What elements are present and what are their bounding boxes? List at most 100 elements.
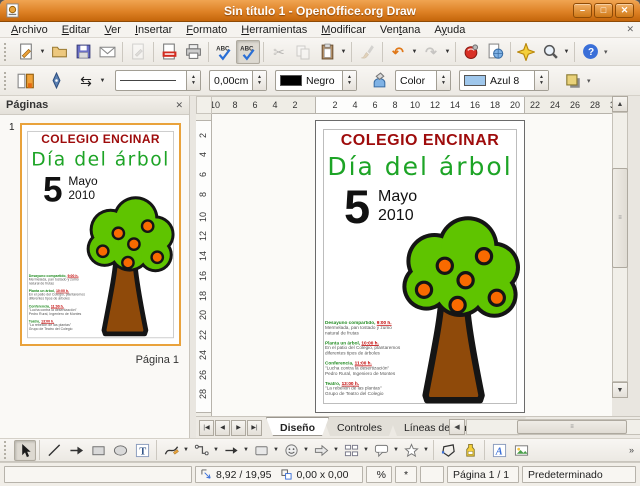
area-style-label[interactable]: Color xyxy=(396,75,436,87)
document-page[interactable]: COLEGIO ENCINAR Día del árbol 5 Mayo 201… xyxy=(315,120,525,413)
tree-illustration[interactable] xyxy=(85,194,175,338)
stars-dropdown[interactable]: ▼ xyxy=(422,447,430,453)
select-tool[interactable] xyxy=(14,440,36,461)
document-close-icon[interactable]: ✕ xyxy=(626,24,634,35)
poster-agenda[interactable]: Desayuno compartido, 9:00 h.Mermelada, p… xyxy=(29,275,98,336)
insert-picture-button[interactable] xyxy=(510,440,532,461)
toolbar-overflow-button[interactable]: ▾ xyxy=(604,48,608,56)
undo-dropdown[interactable]: ▼ xyxy=(410,49,419,55)
edit-file-button[interactable] xyxy=(126,40,150,64)
spellcheck-button[interactable]: ABC xyxy=(212,40,236,64)
line-arrow-tool[interactable] xyxy=(65,440,87,461)
new-document-button[interactable] xyxy=(14,40,38,64)
callouts-dropdown[interactable]: ▼ xyxy=(392,447,400,453)
line-width-value[interactable]: 0,00cm xyxy=(210,75,252,87)
cut-button[interactable]: ✂ xyxy=(267,40,291,64)
horizontal-ruler[interactable]: 10864224681012141618202224262830 xyxy=(212,96,612,114)
tab-controles[interactable]: Controles xyxy=(323,417,396,436)
basic-shapes-dropdown[interactable]: ▼ xyxy=(272,447,280,453)
text-tool[interactable]: T xyxy=(131,440,153,461)
status-page-style[interactable]: Predeterminado xyxy=(522,466,636,483)
export-pdf-button[interactable] xyxy=(157,40,181,64)
poster-title[interactable]: Día del árbol xyxy=(316,152,524,181)
area-style-select[interactable]: Color ▲▼ xyxy=(395,70,451,91)
line-color-select[interactable]: Negro ▲▼ xyxy=(275,70,357,91)
hyperlink-button[interactable] xyxy=(483,40,507,64)
vertical-scrollbar-thumb[interactable]: ≡ xyxy=(612,168,628,268)
status-page-indicator[interactable]: Página 1 / 1 xyxy=(447,466,519,483)
area-color-select[interactable]: Azul 8 ▲▼ xyxy=(459,70,549,91)
glue-points-tool[interactable] xyxy=(459,440,481,461)
tab-nav-button[interactable]: ◀ xyxy=(215,420,230,436)
menu-insertar[interactable]: Insertar xyxy=(128,23,179,37)
vertical-ruler[interactable]: 246810121416182022242628 xyxy=(196,114,212,416)
menu-ventana[interactable]: Ventana xyxy=(373,23,427,37)
tab-nav-button[interactable]: ▶| xyxy=(247,420,262,436)
undo-button[interactable]: ↶ xyxy=(386,40,410,64)
curve-dropdown[interactable]: ▼ xyxy=(182,447,190,453)
ellipse-tool[interactable] xyxy=(109,440,131,461)
menu-archivo[interactable]: Archivo xyxy=(4,23,55,37)
toolbar-grip[interactable] xyxy=(4,72,9,90)
area-color-spinner[interactable]: ▲▼ xyxy=(534,71,548,90)
arrow-style-button[interactable]: ⇆ xyxy=(74,69,98,93)
tab-nav-button[interactable]: |◀ xyxy=(199,420,214,436)
poster-month[interactable]: Mayo xyxy=(378,188,417,206)
shadow-button[interactable] xyxy=(561,69,585,93)
callouts-tool[interactable] xyxy=(370,440,392,461)
paste-button[interactable] xyxy=(315,40,339,64)
lines-arrows-dropdown[interactable]: ▼ xyxy=(242,447,250,453)
print-button[interactable] xyxy=(181,40,205,64)
drawing-canvas[interactable]: COLEGIO ENCINAR Día del árbol 5 Mayo 201… xyxy=(212,114,612,416)
status-zoom[interactable]: % xyxy=(366,466,392,483)
poster-day[interactable]: 5 xyxy=(344,183,370,230)
line-width-spin-buttons[interactable]: ▲▼ xyxy=(252,71,266,90)
flowchart-tool[interactable] xyxy=(340,440,362,461)
page-thumbnail-poster[interactable]: COLEGIO ENCINAR Día del árbol 5 Mayo 201… xyxy=(22,125,179,344)
help-button[interactable]: ? xyxy=(578,40,602,64)
poster-title[interactable]: Día del árbol xyxy=(22,148,179,170)
close-button[interactable]: ✕ xyxy=(615,3,634,18)
lines-arrows-tool[interactable] xyxy=(220,440,242,461)
poster-school-name[interactable]: COLEGIO ENCINAR xyxy=(316,132,524,150)
pages-panel-close-icon[interactable]: ✕ xyxy=(175,100,183,111)
menu-formato[interactable]: Formato xyxy=(179,23,234,37)
menu-herramientas[interactable]: Herramientas xyxy=(234,23,314,37)
toolbar-grip[interactable] xyxy=(4,43,9,61)
block-arrows-dropdown[interactable]: ▼ xyxy=(332,447,340,453)
email-button[interactable] xyxy=(95,40,119,64)
line-dialog-button[interactable] xyxy=(44,69,68,93)
horizontal-scrollbar-thumb[interactable]: ≡ xyxy=(517,420,627,434)
auto-spellcheck-button[interactable]: ABC xyxy=(236,40,260,64)
edit-points-tool[interactable] xyxy=(437,440,459,461)
status-position-size[interactable]: 8,92 / 19,95 0,00 x 0,00 xyxy=(195,466,363,483)
fontwork-button[interactable]: A xyxy=(488,440,510,461)
rectangle-tool[interactable] xyxy=(87,440,109,461)
new-document-dropdown[interactable]: ▼ xyxy=(38,49,47,55)
tree-illustration[interactable] xyxy=(400,213,520,405)
toolbar-overflow-button[interactable]: ▾ xyxy=(587,77,591,85)
poster-month[interactable]: Mayo xyxy=(68,175,97,188)
poster-school-name[interactable]: COLEGIO ENCINAR xyxy=(22,133,179,146)
redo-dropdown[interactable]: ▼ xyxy=(443,49,452,55)
poster-agenda[interactable]: Desayuno compartido, 9:00 h.Mermelada, p… xyxy=(325,321,417,402)
menu-ayuda[interactable]: Ayuda xyxy=(427,23,472,37)
styles-formatting-button[interactable] xyxy=(14,69,38,93)
title-bar[interactable]: Sin título 1 - OpenOffice.org Draw – □ ✕ xyxy=(0,0,640,22)
gallery-button[interactable] xyxy=(459,40,483,64)
open-button[interactable] xyxy=(47,40,71,64)
line-style-spinner[interactable]: ▲▼ xyxy=(186,71,200,90)
maximize-button[interactable]: □ xyxy=(594,3,613,18)
scroll-down-button[interactable]: ▼ xyxy=(612,382,628,398)
tab-nav-button[interactable]: ▶ xyxy=(231,420,246,436)
line-width-spinner[interactable]: 0,00cm ▲▼ xyxy=(209,70,267,91)
menu-ver[interactable]: Ver xyxy=(97,23,128,37)
redo-button[interactable]: ↷ xyxy=(419,40,443,64)
connector-tool[interactable] xyxy=(190,440,212,461)
zoom-button[interactable] xyxy=(538,40,562,64)
scroll-left-button[interactable]: ◀ xyxy=(449,419,465,435)
symbol-shapes-tool[interactable] xyxy=(280,440,302,461)
menu-editar[interactable]: Editar xyxy=(55,23,98,37)
horizontal-scrollbar-track[interactable]: ≡ xyxy=(466,419,640,435)
block-arrows-tool[interactable] xyxy=(310,440,332,461)
